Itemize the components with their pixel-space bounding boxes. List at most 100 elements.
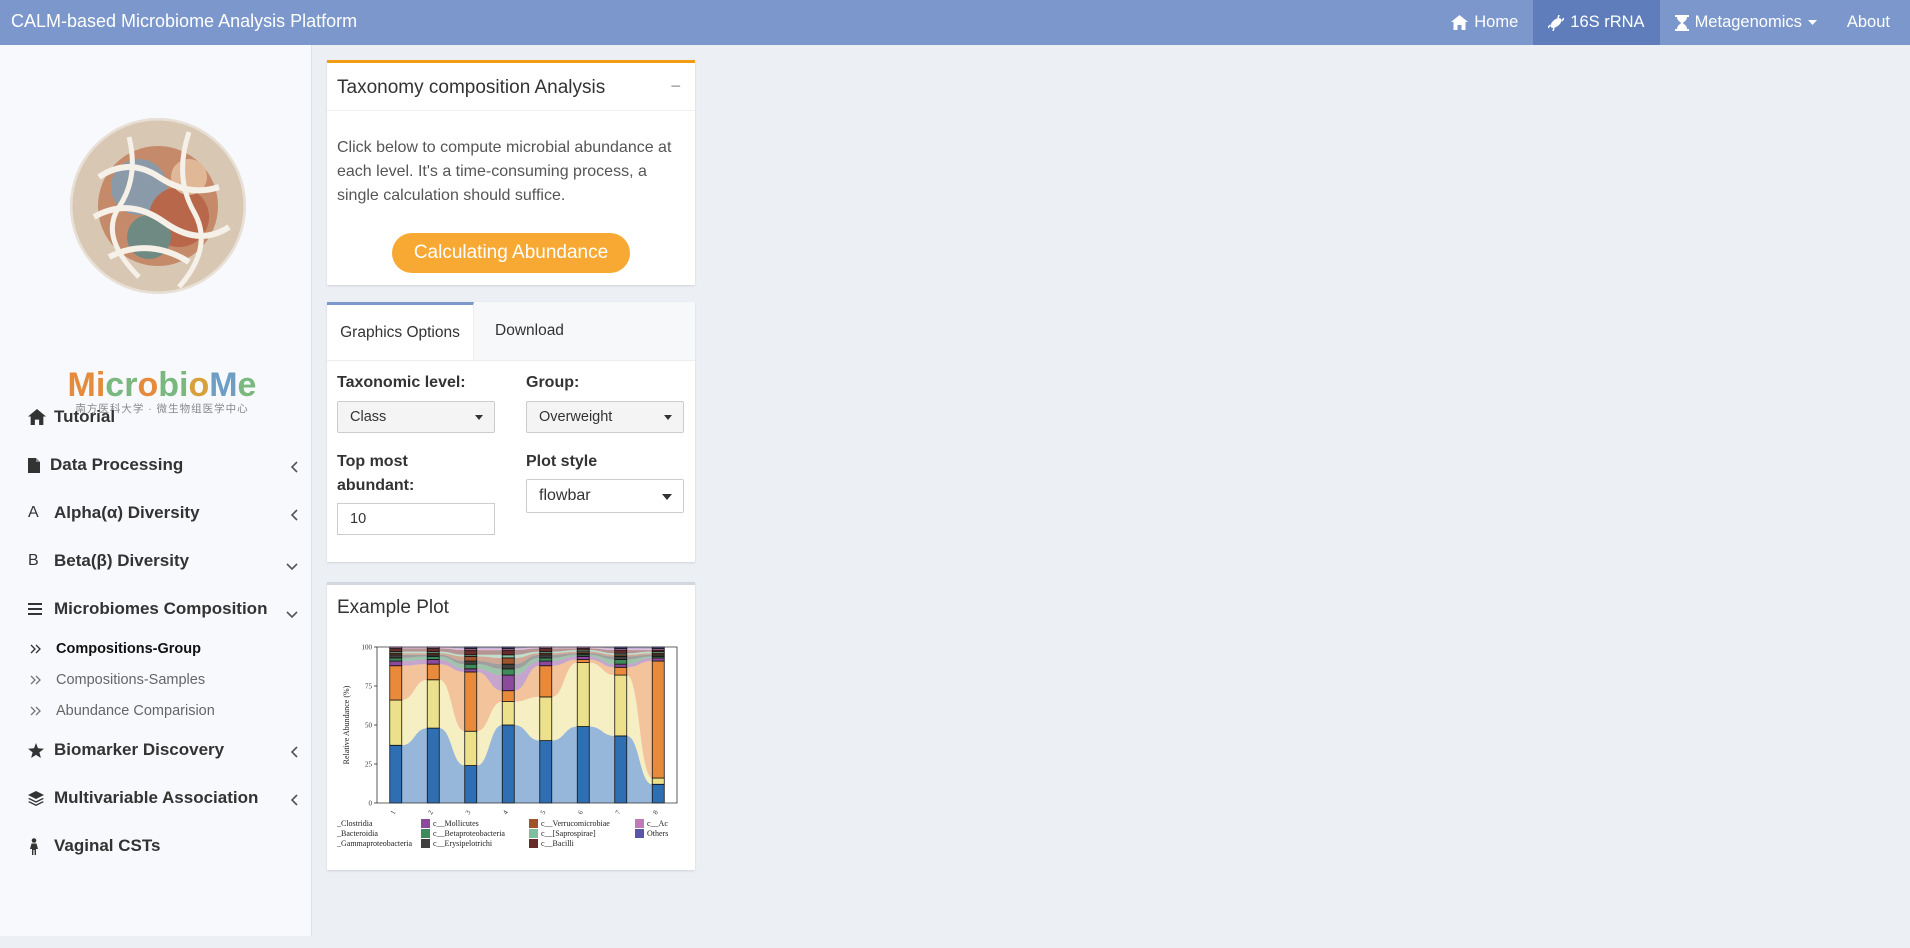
sidebar-item-multivariable-association[interactable]: Multivariable Association	[28, 781, 298, 815]
sidebar-item-label: Vaginal CSTs	[54, 836, 161, 855]
y-axis-label: Relative Abundance (%)	[342, 685, 351, 764]
sidebar-item-label: Biomarker Discovery	[54, 740, 225, 759]
nav-metagenomics[interactable]: Metagenomics	[1660, 0, 1832, 45]
double-chevron-right-icon	[30, 706, 56, 716]
nav-16s-label: 16S rRNA	[1570, 13, 1645, 31]
nav-about-label: About	[1846, 13, 1890, 31]
legend-label: c__Betaproteobacteria	[433, 829, 505, 838]
bar-segment	[389, 648, 403, 653]
sidebar-item-label: Multivariable Association	[54, 788, 259, 807]
sidebar-item-biomarker-discovery[interactable]: Biomarker Discovery	[28, 733, 298, 767]
bar-segment	[464, 663, 478, 670]
bar-segment	[501, 654, 515, 659]
y-tick-label: 25	[365, 761, 373, 769]
x-tick-label: 6	[576, 809, 585, 816]
bacterium-icon	[1548, 14, 1565, 31]
taxonomic-level-select[interactable]: Class	[337, 401, 495, 433]
top-navbar: CALM-based Microbiome Analysis Platform …	[0, 0, 1910, 45]
y-tick-label: 50	[365, 722, 373, 730]
chevron-left-icon	[290, 791, 298, 811]
sidebar-item-data-processing[interactable]: Data Processing	[28, 448, 298, 482]
legend-swatch	[421, 839, 430, 848]
bar-segment	[651, 660, 665, 779]
bar-segment	[464, 730, 478, 766]
bar-segment	[651, 783, 665, 804]
chevron-left-icon	[290, 743, 298, 763]
star-icon	[28, 742, 50, 758]
submenu-item-label: Abundance Comparision	[56, 703, 215, 719]
bar-segment	[426, 663, 440, 681]
nav-home[interactable]: Home	[1436, 0, 1533, 45]
bar-segment	[426, 727, 440, 804]
y-tick-label: 0	[369, 800, 373, 808]
bar-segment	[389, 657, 403, 662]
tab-download[interactable]: Download	[495, 302, 564, 360]
bar-segment	[464, 660, 478, 665]
bar-segment	[614, 655, 628, 660]
bar-segment	[539, 660, 553, 667]
bar-segment	[539, 740, 553, 804]
legend-label: c__Mollicutes	[433, 819, 479, 828]
bar-segment	[651, 777, 665, 785]
sidebar: MicrobioMe 南方医科大学 · 微生物组医学中心 Tutorial Da…	[0, 45, 312, 936]
legend-swatch	[635, 819, 644, 828]
example-plot: 1 2 3 4 5 6 7 8 0 25 50 75 100 Relative Abundance (%)…	[336, 637, 687, 867]
legend-swatch	[421, 819, 430, 828]
microbiome-logo-image	[69, 117, 247, 295]
bar-segment	[614, 674, 628, 737]
nav-16s-rrna[interactable]: 16S rRNA	[1533, 0, 1660, 45]
double-chevron-right-icon	[30, 675, 56, 685]
box-title: Example Plot	[337, 597, 449, 618]
bar-segment	[539, 648, 553, 653]
box-description: Click below to compute microbial abundan…	[337, 139, 672, 204]
x-tick-label: 3	[464, 809, 473, 816]
bar-segment	[614, 649, 628, 654]
chevron-left-icon	[290, 506, 298, 526]
nav-about[interactable]: About	[1832, 0, 1910, 45]
bar-segment	[501, 724, 515, 804]
bar-segment	[389, 699, 403, 746]
box-title: Taxonomy composition Analysis	[337, 77, 606, 98]
group-select[interactable]: Overweight	[526, 401, 684, 433]
bar-segment	[576, 655, 590, 660]
y-tick-label: 100	[362, 644, 373, 652]
x-tick-label: 4	[501, 809, 510, 816]
bar-segment	[539, 657, 553, 662]
sidebar-item-alpha-diversity[interactable]: A Alpha(α) Diversity	[28, 496, 298, 530]
submenu-item-label: Compositions-Samples	[56, 672, 206, 688]
calculating-abundance-button[interactable]: Calculating Abundance	[392, 233, 630, 273]
caret-down-icon	[1807, 19, 1817, 26]
submenu-item-compositions-group[interactable]: Compositions-Group	[30, 637, 201, 661]
bar-segment	[539, 654, 553, 659]
submenu-item-compositions-samples[interactable]: Compositions-Samples	[30, 668, 205, 692]
tab-graphics-options[interactable]: Graphics Options	[327, 302, 474, 360]
flow-band	[401, 651, 428, 654]
caret-down-icon	[475, 415, 483, 420]
taxonomic-level-label: Taxonomic level:	[337, 374, 466, 391]
logo-word: MicrobioMe	[67, 366, 257, 404]
bar-segment	[576, 659, 590, 663]
bar-segment	[614, 735, 628, 804]
bar-segment	[501, 663, 515, 670]
bar-segment	[464, 649, 478, 656]
app-title[interactable]: CALM-based Microbiome Analysis Platform	[11, 0, 357, 42]
chevron-down-icon	[286, 556, 298, 576]
top-most-abundant-input[interactable]: 10	[337, 503, 495, 535]
plot-style-select[interactable]: flowbar	[526, 479, 684, 513]
collapse-button[interactable]: −	[670, 76, 681, 97]
sidebar-item-label: Beta(β) Diversity	[54, 551, 190, 570]
flow-band	[401, 648, 428, 652]
nav-menu: Home 16S rRNA Metagenomics About	[1436, 0, 1910, 45]
sidebar-item-tutorial[interactable]: Tutorial	[28, 400, 298, 434]
y-tick-label: 75	[365, 683, 373, 691]
sidebar-item-vaginal-csts[interactable]: Vaginal CSTs	[28, 829, 298, 863]
sidebar-item-beta-diversity[interactable]: B Beta(β) Diversity	[28, 544, 298, 578]
example-plot-box: Example Plot 1 2 3 4 5 6 7 8 0 25 50 75 100 Relative …	[327, 582, 695, 870]
legend-label: _Gammaproteobacteria	[337, 839, 413, 848]
legend-swatch	[421, 829, 430, 838]
sidebar-item-microbiomes-composition[interactable]: Microbiomes Composition	[28, 592, 298, 626]
bar-segment	[389, 665, 403, 701]
submenu-item-abundance-comparision[interactable]: Abundance Comparision	[30, 699, 215, 723]
flow-band	[476, 650, 503, 655]
bar-segment	[426, 659, 440, 665]
